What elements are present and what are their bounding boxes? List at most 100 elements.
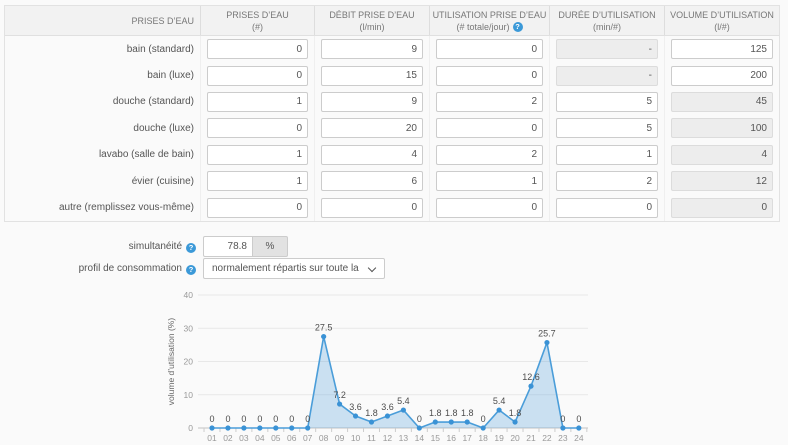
svg-text:0: 0 — [560, 414, 565, 424]
utilisation-input[interactable] — [436, 66, 543, 86]
prises-input[interactable] — [207, 39, 308, 59]
debit-input[interactable] — [321, 118, 423, 138]
row-label: évier (cuisine) — [5, 168, 201, 194]
row-label: lavabo (salle de bain) — [5, 142, 201, 168]
table-row-bain-standard: bain (standard) — [5, 36, 779, 62]
svg-text:04: 04 — [255, 433, 265, 443]
debit-input[interactable] — [321, 171, 423, 191]
svg-text:11: 11 — [367, 433, 376, 443]
duree-input[interactable] — [556, 92, 658, 112]
svg-text:3.6: 3.6 — [381, 402, 394, 412]
duree-input[interactable] — [556, 171, 658, 191]
svg-text:22: 22 — [542, 433, 552, 443]
svg-text:13: 13 — [399, 433, 409, 443]
volume-input — [671, 92, 773, 112]
svg-text:30: 30 — [184, 323, 194, 333]
header-prises-deau-label: PRISES D’EAU — [5, 6, 201, 35]
debit-input[interactable] — [321, 198, 423, 218]
svg-text:7.2: 7.2 — [333, 390, 346, 400]
svg-text:1.8: 1.8 — [509, 408, 522, 418]
water-intake-table: PRISES D’EAU PRISES D’EAU(#) DÉBIT PRISE… — [4, 5, 780, 222]
utilisation-input[interactable] — [436, 118, 543, 138]
help-icon[interactable]: ? — [186, 243, 196, 253]
help-icon[interactable]: ? — [513, 22, 523, 32]
volume-input — [671, 171, 773, 191]
svg-text:08: 08 — [319, 433, 329, 443]
chevron-down-icon — [368, 264, 376, 272]
profil-label: profil de consommation? — [4, 258, 196, 279]
row-label: bain (standard) — [5, 36, 201, 62]
svg-text:03: 03 — [239, 433, 249, 443]
svg-text:06: 06 — [287, 433, 297, 443]
prises-input[interactable] — [207, 66, 308, 86]
utilisation-input[interactable] — [436, 171, 543, 191]
svg-text:19: 19 — [494, 433, 504, 443]
duree-input[interactable] — [556, 198, 658, 218]
volume-input[interactable] — [671, 66, 773, 86]
svg-text:0: 0 — [209, 414, 214, 424]
header-volume: VOLUME D’UTILISATION(l/#) — [665, 6, 779, 35]
utilisation-input[interactable] — [436, 145, 543, 165]
header-prises-count: PRISES D’EAU(#) — [201, 6, 315, 35]
svg-text:10: 10 — [184, 390, 194, 400]
profil-select[interactable]: normalement répartis sur toute la journé… — [203, 258, 385, 279]
debit-input[interactable] — [321, 145, 423, 165]
svg-text:01: 01 — [207, 433, 217, 443]
svg-text:0: 0 — [305, 414, 310, 424]
svg-text:1.8: 1.8 — [445, 408, 458, 418]
svg-text:0: 0 — [481, 414, 486, 424]
svg-text:0: 0 — [576, 414, 581, 424]
volume-input — [671, 118, 773, 138]
water-intake-page: PRISES D’EAU PRISES D’EAU(#) DÉBIT PRISE… — [0, 0, 788, 445]
simultaneite-input-group: % — [203, 236, 288, 257]
svg-text:1.8: 1.8 — [429, 408, 442, 418]
row-label: autre (remplissez vous-même) — [5, 194, 201, 220]
consumption-profile-chart[interactable]: 0102030400102030405060708091011121314151… — [160, 283, 660, 445]
prises-input[interactable] — [207, 198, 308, 218]
row-label: bain (luxe) — [5, 62, 201, 88]
duree-input[interactable] — [556, 145, 658, 165]
debit-input[interactable] — [321, 92, 423, 112]
svg-text:05: 05 — [271, 433, 281, 443]
svg-text:0: 0 — [241, 414, 246, 424]
svg-text:3.6: 3.6 — [349, 402, 362, 412]
svg-text:1.8: 1.8 — [365, 408, 378, 418]
svg-text:12.6: 12.6 — [522, 372, 540, 382]
volume-input — [671, 198, 773, 218]
volume-input[interactable] — [671, 39, 773, 59]
volume-input — [671, 145, 773, 165]
svg-text:27.5: 27.5 — [315, 323, 333, 333]
prises-input[interactable] — [207, 118, 308, 138]
table-row-lavabo: lavabo (salle de bain) — [5, 142, 779, 168]
duree-input — [556, 66, 658, 86]
prises-input[interactable] — [207, 171, 308, 191]
prises-input[interactable] — [207, 92, 308, 112]
debit-input[interactable] — [321, 39, 423, 59]
header-utilisation: UTILISATION PRISE D’EAU(# totale/jour)? — [430, 6, 550, 35]
svg-text:18: 18 — [478, 433, 488, 443]
svg-text:0: 0 — [188, 423, 193, 433]
svg-text:40: 40 — [184, 290, 194, 300]
svg-text:volume d’utilisation (%): volume d’utilisation (%) — [166, 318, 176, 406]
utilisation-input[interactable] — [436, 92, 543, 112]
header-debit: DÉBIT PRISE D’EAU(l/min) — [315, 6, 430, 35]
duree-input[interactable] — [556, 118, 658, 138]
row-label: douche (luxe) — [5, 115, 201, 141]
svg-text:12: 12 — [383, 433, 393, 443]
svg-text:20: 20 — [184, 357, 194, 367]
table-row-bain-luxe: bain (luxe) — [5, 62, 779, 88]
svg-text:07: 07 — [303, 433, 313, 443]
svg-text:15: 15 — [431, 433, 441, 443]
prises-input[interactable] — [207, 145, 308, 165]
utilisation-input[interactable] — [436, 39, 543, 59]
row-label: douche (standard) — [5, 89, 201, 115]
chart-canvas: 0102030400102030405060708091011121314151… — [160, 283, 660, 445]
svg-text:25.7: 25.7 — [538, 329, 556, 339]
help-icon[interactable]: ? — [186, 265, 196, 275]
simultaneite-input[interactable] — [203, 236, 253, 257]
svg-text:0: 0 — [289, 414, 294, 424]
table-row-douche-luxe: douche (luxe) — [5, 115, 779, 141]
debit-input[interactable] — [321, 66, 423, 86]
duree-input — [556, 39, 658, 59]
utilisation-input[interactable] — [436, 198, 543, 218]
